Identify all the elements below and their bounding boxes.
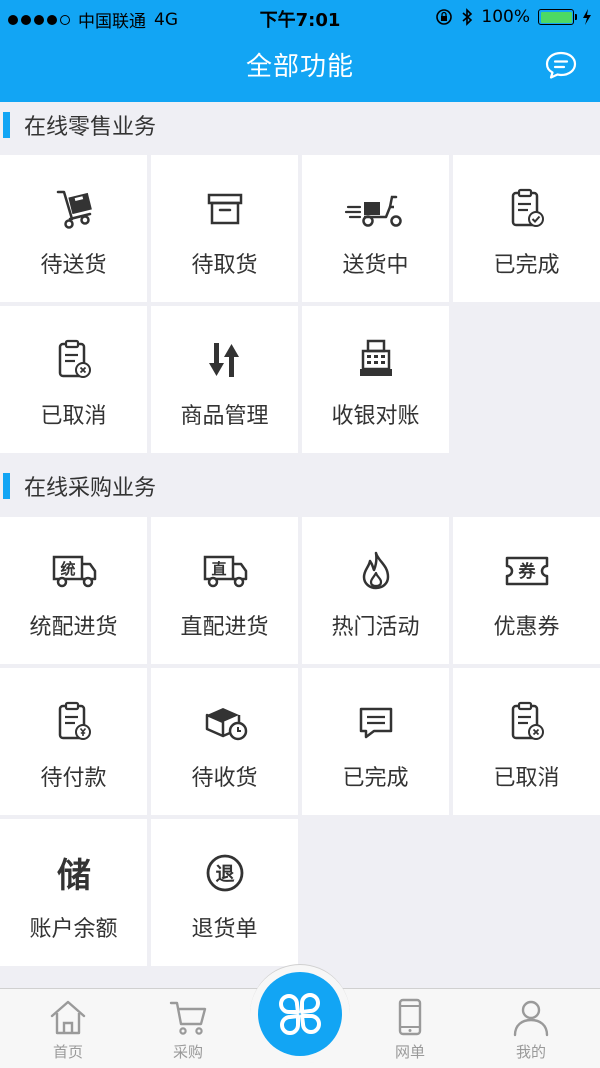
- tile-label: 优惠券: [493, 615, 560, 640]
- section-accent-bar: [3, 473, 10, 499]
- tile-purchase-cancelled[interactable]: 已取消: [453, 668, 600, 815]
- svg-text:退: 退: [215, 863, 234, 885]
- tile-cash-reconcile[interactable]: 收银对账: [302, 306, 449, 453]
- return-circle-icon: 退: [206, 854, 243, 892]
- tile-label: 账户余额: [29, 917, 118, 942]
- tab-label: 网单: [394, 1043, 425, 1061]
- coupon-icon: 券: [505, 556, 548, 586]
- phone-icon: [398, 998, 422, 1036]
- clipboard-cancel-icon: [58, 339, 91, 378]
- section-retail-title: 在线零售业务: [0, 102, 600, 148]
- clipboard-yen-icon: [58, 701, 91, 740]
- tile-delivering[interactable]: 送货中: [302, 155, 449, 302]
- home-icon: [50, 1000, 86, 1035]
- tile-label: 待收货: [191, 766, 258, 791]
- sort-arrows-icon: [208, 343, 239, 377]
- scooter-icon: [344, 195, 402, 227]
- tile-pending-payment[interactable]: 待付款: [0, 668, 147, 815]
- tile-label: 已取消: [493, 766, 560, 791]
- truck-direct-icon: 直: [203, 555, 247, 588]
- tile-label: 已取消: [40, 404, 107, 429]
- tile-account-balance[interactable]: 储 账户余额: [0, 819, 147, 966]
- clipboard-check-icon: [511, 188, 544, 227]
- tile-label: 收银对账: [331, 404, 420, 429]
- tile-label: 退货单: [191, 917, 258, 942]
- svg-text:券: 券: [517, 561, 536, 582]
- section-purchase-title: 在线采购业务: [0, 463, 600, 509]
- flame-icon: [362, 551, 389, 590]
- tile-label: 待取货: [191, 253, 258, 278]
- deposit-icon: 储: [57, 856, 91, 896]
- tile-pending-delivery[interactable]: 待送货: [0, 155, 147, 302]
- message-list-icon: [359, 707, 392, 739]
- box-clock-icon: [205, 708, 247, 741]
- tab-mine[interactable]: 我的: [471, 989, 591, 1068]
- svg-text:统: 统: [60, 560, 75, 578]
- bluetooth-icon: [462, 8, 473, 26]
- center-all-functions-button[interactable]: [258, 972, 342, 1056]
- tile-label: 统配进货: [29, 615, 118, 640]
- box-icon: [207, 193, 242, 225]
- clipboard-cancel-icon: [511, 701, 544, 740]
- truck-unified-icon: 统: [52, 555, 96, 588]
- user-icon: [513, 1000, 549, 1037]
- tile-unified-purchase[interactable]: 统 统配进货: [0, 517, 147, 664]
- tile-label: 热门活动: [331, 615, 420, 640]
- tile-purchase-completed[interactable]: 已完成: [302, 668, 449, 815]
- tile-direct-purchase[interactable]: 直 直配进货: [151, 517, 298, 664]
- svg-text:储: 储: [57, 856, 91, 896]
- tile-pending-pickup[interactable]: 待取货: [151, 155, 298, 302]
- battery-percent: 100%: [481, 7, 530, 27]
- tile-pending-receipt[interactable]: 待收货: [151, 668, 298, 815]
- charging-icon: [583, 9, 591, 25]
- tile-return-orders[interactable]: 退 退货单: [151, 819, 298, 966]
- tile-label: 商品管理: [180, 404, 269, 429]
- tab-label: 采购: [172, 1043, 203, 1061]
- tab-label: 我的: [515, 1043, 546, 1061]
- app-header: 中国联通 4G 下午7:01 100% 全部功能: [0, 0, 600, 102]
- tile-label: 直配进货: [180, 615, 269, 640]
- tab-label: 首页: [52, 1043, 83, 1061]
- tile-label: 已完成: [493, 253, 560, 278]
- tab-purchase[interactable]: 采购: [128, 989, 248, 1068]
- hand-truck-icon: [56, 190, 92, 229]
- chat-bubble-icon[interactable]: [544, 50, 578, 80]
- tab-web-orders[interactable]: 网单: [350, 989, 470, 1068]
- svg-text:直: 直: [211, 560, 226, 578]
- status-bar: 中国联通 4G 下午7:01 100%: [0, 0, 600, 34]
- tile-label: 待付款: [40, 766, 107, 791]
- cash-register-icon: [359, 339, 392, 376]
- tile-completed[interactable]: 已完成: [453, 155, 600, 302]
- page-title: 全部功能: [245, 52, 354, 82]
- tab-home[interactable]: 首页: [8, 989, 128, 1068]
- tile-hot-events[interactable]: 热门活动: [302, 517, 449, 664]
- section-accent-bar: [3, 112, 10, 138]
- tile-cancelled[interactable]: 已取消: [0, 306, 147, 453]
- rotation-lock-icon: [436, 9, 453, 25]
- tile-product-management[interactable]: 商品管理: [151, 306, 298, 453]
- tile-label: 待送货: [40, 253, 107, 278]
- tile-coupons[interactable]: 券 优惠券: [453, 517, 600, 664]
- tile-label: 送货中: [342, 253, 409, 278]
- cart-icon: [169, 1001, 207, 1035]
- clover-grid-icon: [279, 993, 321, 1035]
- tile-label: 已完成: [342, 766, 409, 791]
- battery-icon: [538, 9, 577, 25]
